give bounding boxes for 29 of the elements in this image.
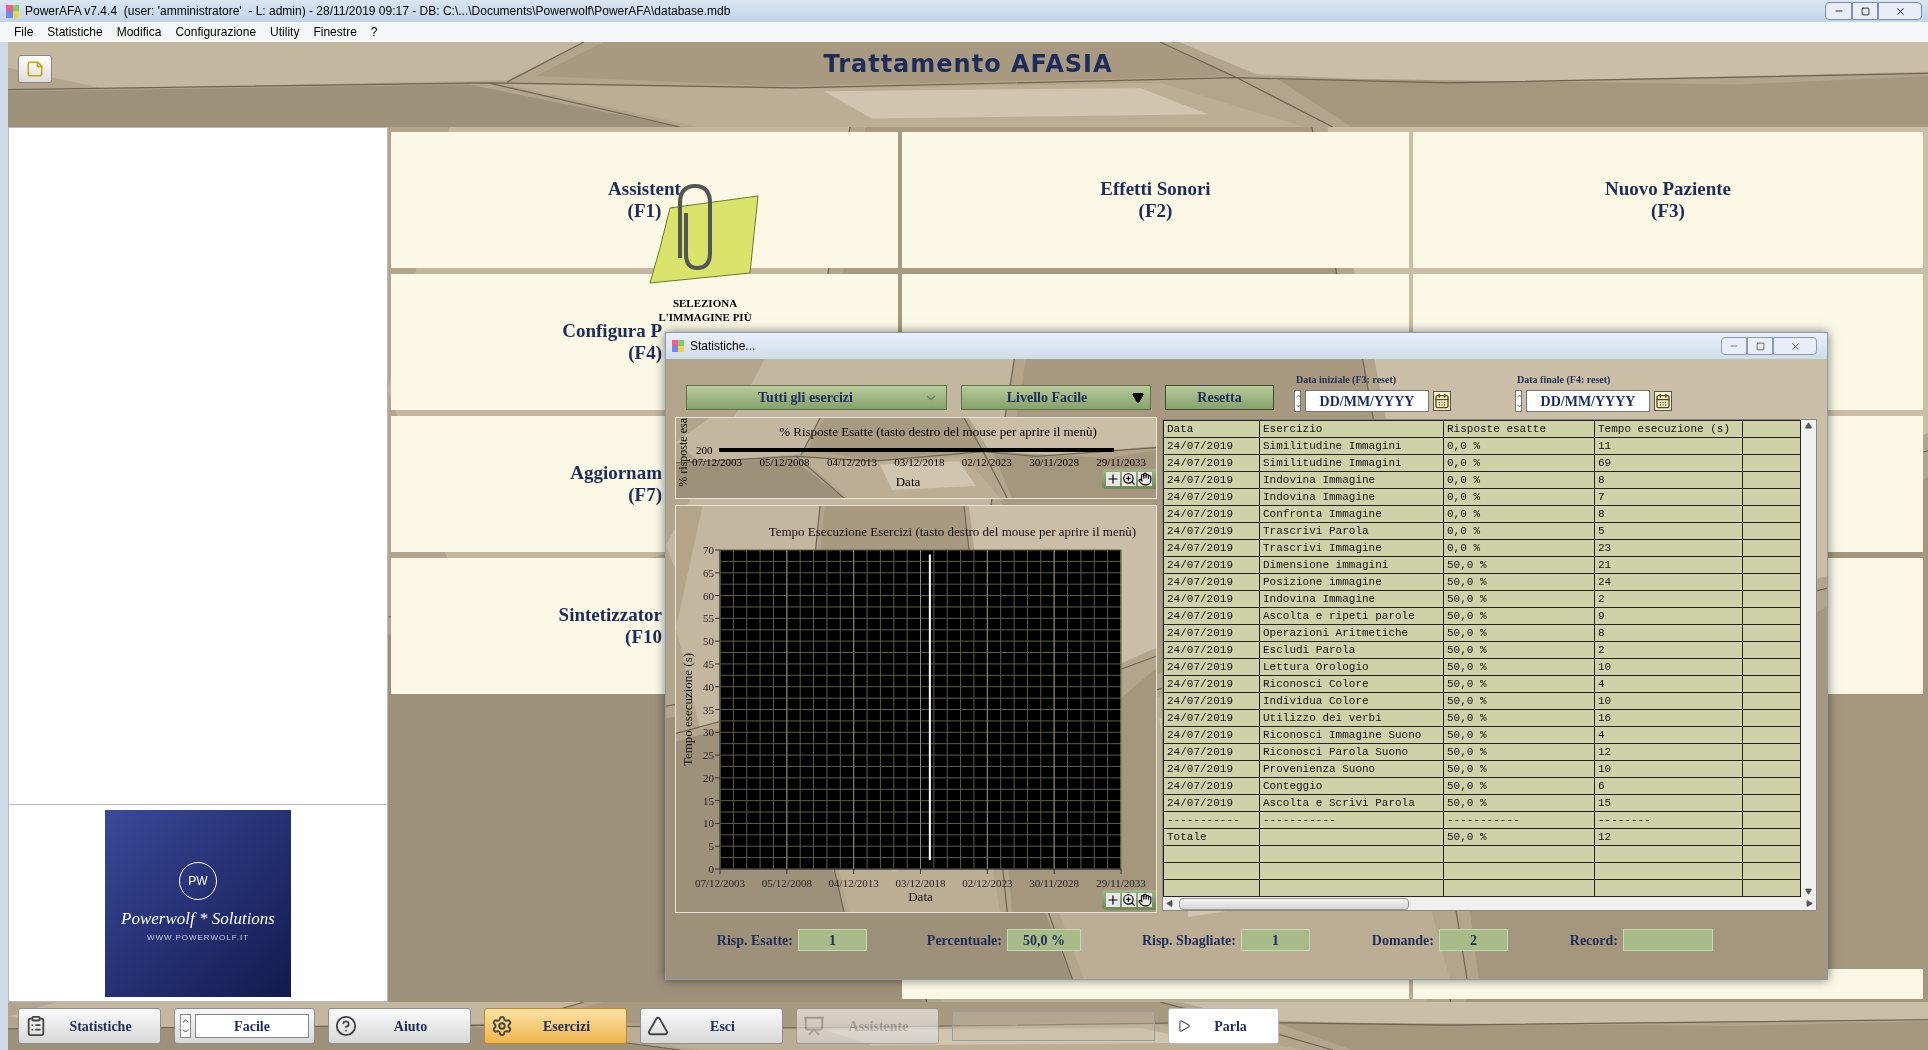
play-icon xyxy=(1177,1019,1191,1033)
toolbar-button[interactable]: Esci xyxy=(640,1008,783,1044)
app-icon xyxy=(6,4,19,18)
help-icon xyxy=(335,1015,357,1037)
logo-url: WWW.POWERWOLF.IT xyxy=(146,931,250,944)
menu-item[interactable]: Statistiche xyxy=(47,23,103,41)
toolbar-button[interactable]: Esercizi xyxy=(484,1008,627,1044)
maximize-button[interactable] xyxy=(1852,2,1878,20)
toolbar-button[interactable]: Aiuto xyxy=(328,1008,471,1044)
window-title: PowerAFA v7.4.4 (user: 'amministratore' - L: admin) - 28/11/2019 09:17 - DB: C:\...\Documents\Powerwolf\PowerAFA\database.mdb xyxy=(25,3,731,20)
menu-item[interactable]: Finestre xyxy=(313,23,357,41)
close-icon xyxy=(1894,5,1906,17)
difficulty-spinner[interactable]: Facile xyxy=(174,1008,315,1044)
menu-item[interactable]: Utility xyxy=(270,23,300,41)
menu-item[interactable]: Modifica xyxy=(116,23,162,41)
menu-item[interactable]: Configurazione xyxy=(175,23,257,41)
logo-name: Powerwolf * Solutions xyxy=(121,908,275,931)
toolbar-button[interactable]: Statistiche xyxy=(18,1008,161,1044)
clipboard-icon xyxy=(25,1015,47,1037)
minimize-button[interactable] xyxy=(1825,2,1852,20)
logo-initials: PW xyxy=(188,873,208,891)
close-button[interactable] xyxy=(1878,2,1922,20)
easel-icon xyxy=(803,1015,825,1037)
triangle-icon xyxy=(647,1015,669,1037)
menu-item[interactable]: ? xyxy=(370,23,378,41)
settings-icon xyxy=(491,1015,513,1037)
speak-button[interactable]: Parla xyxy=(1168,1008,1279,1044)
menu-item[interactable]: File xyxy=(14,23,34,41)
maximize-icon xyxy=(1860,6,1870,16)
